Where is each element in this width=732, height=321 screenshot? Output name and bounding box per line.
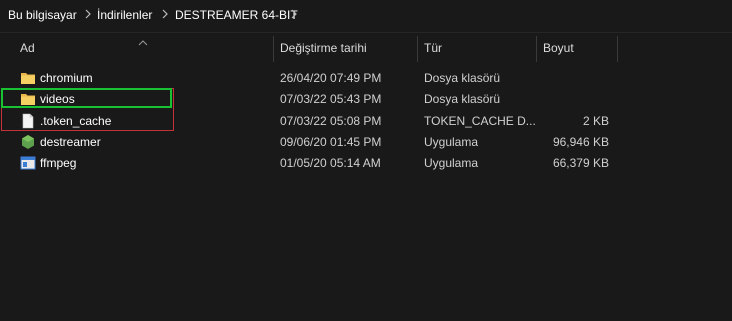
file-modified: 07/03/22 05:43 PM [280, 92, 382, 106]
file-modified: 09/06/20 01:45 PM [280, 135, 382, 149]
breadcrumb-item-destreamer[interactable]: DESTREAMER 64-BIT [175, 8, 298, 22]
folder-icon [20, 70, 36, 86]
file-row-chromium[interactable]: chromium 26/04/20 07:49 PM Dosya klasörü [0, 67, 732, 88]
breadcrumb-item-downloads[interactable]: İndirilenler [97, 8, 152, 22]
column-header-modified[interactable]: Değiştirme tarihi [280, 41, 367, 55]
file-name: destreamer [40, 135, 101, 149]
file-row-ffmpeg[interactable]: ffmpeg 01/05/20 05:14 AM Uygulama 66,379… [0, 152, 732, 173]
file-name: chromium [40, 71, 93, 85]
file-size: 2 KB [582, 114, 609, 128]
column-divider[interactable] [617, 36, 618, 62]
node-app-icon [20, 134, 36, 150]
chevron-right-icon[interactable] [161, 7, 169, 21]
highlight-box-green [1, 88, 172, 108]
column-header-size[interactable]: Boyut [543, 41, 574, 55]
file-type: Uygulama [424, 156, 479, 170]
breadcrumb: Bu bilgisayar İndirilenler DESTREAMER 64… [0, 0, 732, 33]
column-divider[interactable] [536, 36, 537, 62]
exe-app-icon [20, 155, 36, 171]
file-size: 66,379 KB [552, 156, 609, 170]
column-divider[interactable] [417, 36, 418, 62]
breadcrumb-item-this-pc[interactable]: Bu bilgisayar [8, 8, 77, 22]
column-header-type[interactable]: Tür [424, 41, 442, 55]
file-modified: 07/03/22 05:08 PM [280, 114, 382, 128]
file-name: ffmpeg [40, 156, 77, 170]
column-header-name[interactable]: Ad [20, 41, 35, 55]
file-row-destreamer[interactable]: destreamer 09/06/20 01:45 PM Uygulama 96… [0, 131, 732, 152]
column-header: Ad Değiştirme tarihi Tür Boyut [0, 36, 732, 62]
file-type: TOKEN_CACHE D... [424, 114, 536, 128]
chevron-right-icon[interactable] [84, 7, 92, 21]
file-size: 96,946 KB [552, 135, 609, 149]
file-type: Dosya klasörü [424, 71, 501, 85]
file-modified: 26/04/20 07:49 PM [280, 71, 382, 85]
file-type: Uygulama [424, 135, 479, 149]
file-type: Dosya klasörü [424, 92, 501, 106]
file-modified: 01/05/20 05:14 AM [280, 156, 381, 170]
column-divider[interactable] [273, 36, 274, 62]
chevron-right-icon[interactable] [290, 7, 298, 21]
